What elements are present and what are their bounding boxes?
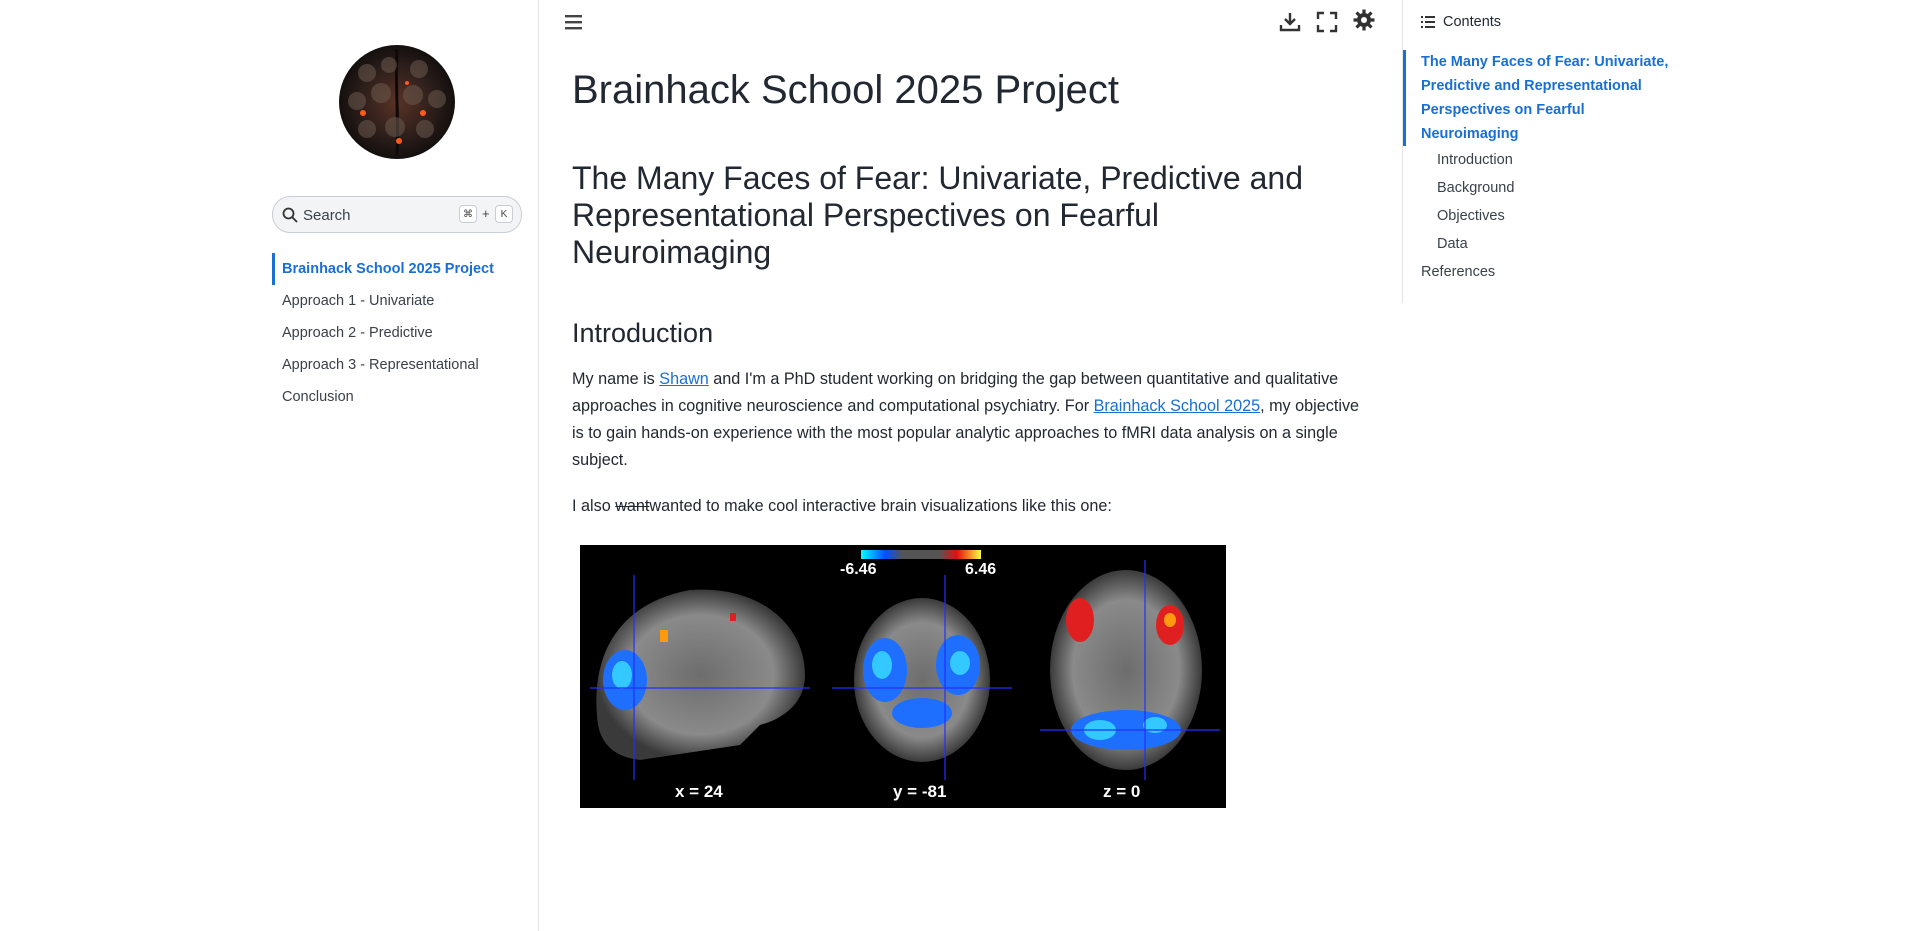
- colorbar-min-label: -6.46: [840, 561, 877, 578]
- caption-y: y = -81: [893, 782, 947, 801]
- brain-visualization[interactable]: -6.46 6.46 x = 24 y = -81 z = 0: [580, 545, 1226, 808]
- caption-x: x = 24: [675, 782, 723, 801]
- page-subtitle: The Many Faces of Fear: Univariate, Pred…: [572, 160, 1303, 270]
- colorbar-max-label: 6.46: [965, 561, 997, 578]
- caption-z: z = 0: [1103, 782, 1141, 801]
- brain-slices: [590, 550, 1220, 780]
- search-icon: [282, 207, 298, 223]
- toc-item-background[interactable]: Background: [1437, 180, 1514, 196]
- list-icon: [1421, 16, 1435, 28]
- left-sidebar: Search ⌘ + K Brainhack School 2025 Proje…: [0, 0, 539, 931]
- axial-slice: [1040, 560, 1220, 780]
- shortcut-k-key: K: [495, 205, 513, 223]
- sidebar-item-project[interactable]: Brainhack School 2025 Project: [272, 253, 532, 285]
- download-icon[interactable]: [1278, 10, 1302, 34]
- toc-heading: Contents: [1421, 14, 1501, 30]
- toc-item-references[interactable]: References: [1421, 264, 1495, 280]
- sidebar-item-representational[interactable]: Approach 3 - Representational: [272, 349, 532, 381]
- toc-item-objectives[interactable]: Objectives: [1437, 208, 1505, 224]
- para2-text-1: I also: [572, 497, 616, 515]
- sidebar-item-conclusion[interactable]: Conclusion: [272, 381, 532, 413]
- para1-text-1: My name is: [572, 370, 660, 388]
- sidebar-item-univariate[interactable]: Approach 1 - Univariate: [272, 285, 532, 317]
- sidebar-item-predictive[interactable]: Approach 2 - Predictive: [272, 317, 532, 349]
- theme-gear-icon[interactable]: [1352, 8, 1376, 32]
- sidebar-nav: Brainhack School 2025 Project Approach 1…: [272, 253, 532, 413]
- visualization-paragraph: I also wantwanted to make cool interacti…: [572, 493, 1372, 520]
- shortcut-plus: +: [482, 206, 490, 221]
- link-brainhack-school[interactable]: Brainhack School 2025: [1094, 397, 1260, 415]
- intro-paragraph: My name is Shawn and I'm a PhD student w…: [572, 366, 1372, 474]
- toc-item-active[interactable]: The Many Faces of Fear: Univariate, Pred…: [1403, 50, 1681, 146]
- brain-logo[interactable]: [337, 43, 457, 161]
- strikethrough-text: want: [615, 497, 650, 515]
- para2-text-2: wanted to make cool interactive brain vi…: [649, 497, 1112, 515]
- search-box[interactable]: Search ⌘ + K: [272, 196, 522, 233]
- toc-heading-label: Contents: [1443, 14, 1502, 30]
- toc-item-data[interactable]: Data: [1437, 236, 1468, 252]
- page-title: Brainhack School 2025 Project: [572, 68, 1119, 112]
- coronal-slice: [832, 575, 1012, 780]
- link-shawn[interactable]: Shawn: [659, 370, 709, 388]
- table-of-contents: Contents The Many Faces of Fear: Univari…: [1402, 0, 1703, 303]
- fullscreen-icon[interactable]: [1315, 10, 1339, 34]
- sagittal-slice: [590, 575, 810, 780]
- menu-icon[interactable]: [563, 12, 585, 32]
- colorbar: [861, 550, 981, 559]
- section-heading-introduction: Introduction: [572, 318, 714, 348]
- toc-item-introduction[interactable]: Introduction: [1437, 152, 1513, 168]
- shortcut-cmd-key: ⌘: [459, 205, 477, 223]
- search-placeholder: Search: [303, 207, 351, 224]
